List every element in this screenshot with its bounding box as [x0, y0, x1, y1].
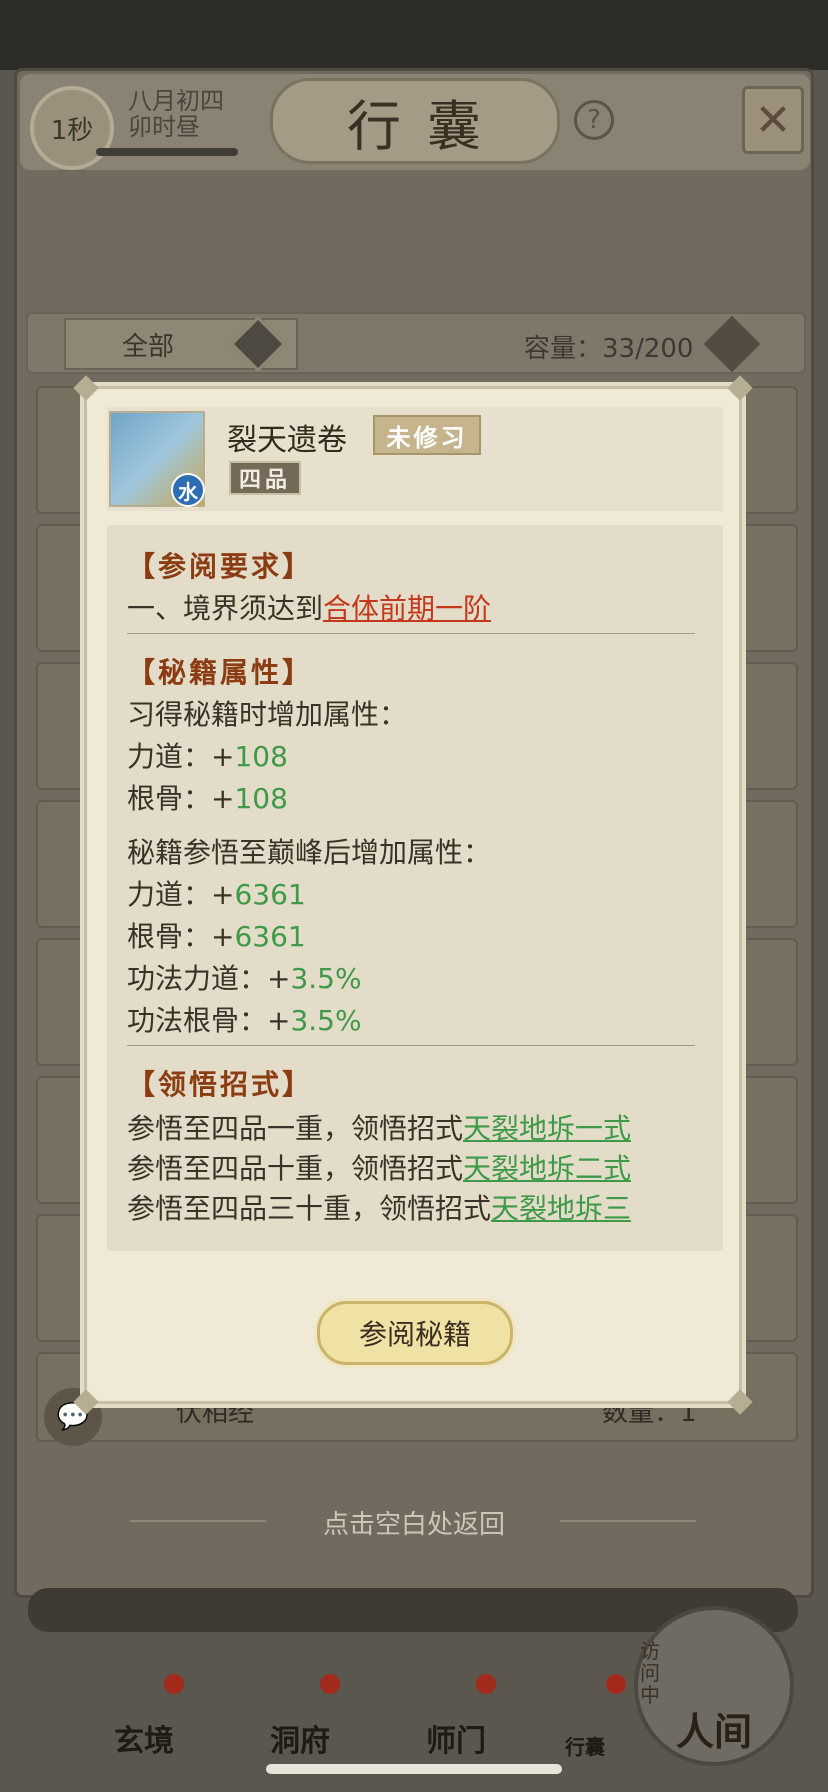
notification-dot [164, 1674, 184, 1694]
notification-dot [320, 1674, 340, 1694]
attribute-value: 108 [234, 782, 288, 815]
time-line: 卯时昼 [128, 113, 200, 141]
item-name: 裂天遗卷 [227, 423, 347, 458]
attribute-label: 功法力道：+ [127, 962, 291, 995]
date-line: 八月初四 [128, 87, 224, 115]
nav-shimen[interactable]: 师门 [386, 1668, 526, 1768]
peak-heading: 秘籍参悟至巅峰后增加属性： [127, 836, 492, 869]
attribute-line: 根骨：+6361 [127, 915, 306, 955]
divider [127, 633, 695, 634]
attribute-label: 功法根骨：+ [127, 1004, 291, 1037]
attribute-label: 根骨：+ [127, 782, 235, 815]
read-book-button[interactable]: 参阅秘籍 [317, 1301, 513, 1365]
status-badge: 未修习 [373, 415, 481, 455]
capacity-label: 容量：33/200 [524, 334, 694, 364]
attribute-value: 3.5% [290, 962, 362, 995]
return-hint[interactable]: 点击空白处返回 [0, 1504, 828, 1541]
nav-label: 玄境 [114, 1724, 174, 1759]
attribute-value: 6361 [234, 920, 306, 953]
attribute-line: 根骨：+108 [127, 777, 288, 817]
requirement-text: 一、境界须达到 [127, 592, 324, 625]
section-title-requirement: 【参阅要求】 [127, 550, 314, 583]
move-text: 参悟至四品一重，领悟招式 [127, 1112, 464, 1145]
nav-label: 行囊 [565, 1735, 605, 1759]
section-title-attributes: 【秘籍属性】 [127, 656, 314, 689]
item-detail-modal: 水 裂天遗卷 未修习 四品 【参阅要求】 一、境界须达到合体前期一阶 【秘籍属性… [73, 375, 753, 1415]
attribute-line: 功法力道：+3.5% [127, 957, 362, 997]
nav-label: 洞府 [270, 1724, 330, 1759]
close-icon[interactable]: ✕ [742, 86, 804, 154]
status-bar-area [0, 0, 828, 70]
timer-badge: 1秒 [30, 86, 114, 170]
move-line: 参悟至四品三十重，领悟招式天裂地坼三 [127, 1187, 631, 1227]
move-link[interactable]: 天裂地坼一式 [463, 1112, 631, 1145]
game-date: 八月初四 卯时昼 [128, 88, 224, 140]
grade-badge: 四品 [229, 461, 301, 495]
attribute-value: 108 [234, 740, 288, 773]
attribute-line: 力道：+108 [127, 735, 288, 775]
attribute-label: 力道：+ [127, 740, 235, 773]
attribute-label: 根骨：+ [127, 920, 235, 953]
nav-label: 师门 [426, 1724, 486, 1759]
attribute-line: 力道：+6361 [127, 873, 306, 913]
move-line: 参悟至四品十重，领悟招式天裂地坼二式 [127, 1147, 631, 1187]
attribute-line: 功法根骨：+3.5% [127, 999, 362, 1039]
requirement-line: 一、境界须达到合体前期一阶 [127, 587, 491, 627]
nav-xuanjing[interactable]: 玄境 [74, 1668, 214, 1768]
nav-dongfu[interactable]: 洞府 [230, 1668, 370, 1768]
section-title-moves: 【领悟招式】 [127, 1068, 314, 1101]
move-line: 参悟至四品一重，领悟招式天裂地坼一式 [127, 1107, 631, 1147]
home-indicator [266, 1764, 562, 1774]
realm-link[interactable]: 合体前期一阶 [323, 592, 491, 625]
notification-dot [606, 1674, 626, 1694]
attribute-value: 3.5% [290, 1004, 362, 1037]
time-progress-bar [96, 148, 238, 156]
move-link[interactable]: 天裂地坼二式 [463, 1152, 631, 1185]
element-badge: 水 [171, 473, 205, 507]
move-text: 参悟至四品三十重，领悟招式 [127, 1192, 492, 1225]
nav-bag[interactable]: 行囊 [530, 1668, 640, 1768]
help-icon[interactable]: ? [574, 100, 614, 140]
visiting-badge: 访问中 [640, 1639, 660, 1707]
move-link[interactable]: 天裂地坼三 [491, 1192, 631, 1225]
item-description-scroll[interactable]: 【参阅要求】 一、境界须达到合体前期一阶 【秘籍属性】 习得秘籍时增加属性： 力… [107, 525, 723, 1251]
page-title: 行囊 [270, 78, 560, 164]
divider [127, 1045, 695, 1046]
attribute-value: 6361 [234, 878, 306, 911]
nav-label: 人间 [675, 1709, 752, 1754]
notification-dot [476, 1674, 496, 1694]
attribute-label: 力道：+ [127, 878, 235, 911]
learn-heading: 习得秘籍时增加属性： [127, 698, 408, 731]
move-text: 参悟至四品十重，领悟招式 [127, 1152, 464, 1185]
